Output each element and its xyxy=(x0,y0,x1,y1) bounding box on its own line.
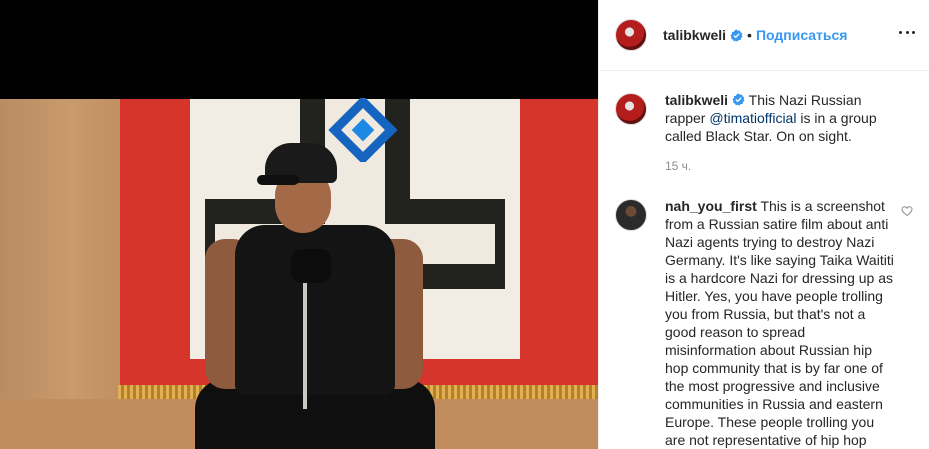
follow-button[interactable]: Подписаться xyxy=(756,27,848,43)
more-dot-1 xyxy=(899,30,902,34)
caption-text: talibkweli This Nazi Russian rapper @tim… xyxy=(665,91,897,145)
person-figure xyxy=(195,129,435,449)
caption-row: talibkweli This Nazi Russian rapper @tim… xyxy=(615,91,913,145)
comments-section: talibkweli This Nazi Russian rapper @tim… xyxy=(599,71,929,449)
post-timestamp[interactable]: 15 ч. xyxy=(665,159,913,173)
blue-diamond-logo-icon xyxy=(328,98,398,162)
post-sidebar: talibkweli • Подписаться talibkweli This… xyxy=(598,0,929,449)
author-avatar[interactable] xyxy=(615,19,647,51)
more-dot-3 xyxy=(912,30,915,34)
heart-outline-icon[interactable] xyxy=(901,205,913,217)
separator-dot: • xyxy=(747,27,752,43)
caption-author-username[interactable]: talibkweli xyxy=(665,92,728,108)
caption-mention-link[interactable]: @timatiofficial xyxy=(709,110,796,126)
post-header: talibkweli • Подписаться xyxy=(599,0,929,71)
glove xyxy=(291,249,331,283)
verified-badge-icon xyxy=(730,28,743,42)
author-username[interactable]: talibkweli xyxy=(663,27,726,43)
more-dot-2 xyxy=(905,30,909,34)
caption-author-avatar[interactable] xyxy=(615,93,647,125)
comment-row: nah_you_first This is a screenshot from … xyxy=(615,197,913,449)
cap-brim xyxy=(257,175,299,185)
commenter-avatar[interactable] xyxy=(615,199,647,231)
post-photo xyxy=(0,99,598,449)
comment-text: nah_you_first This is a screenshot from … xyxy=(665,197,897,449)
necklace xyxy=(303,279,307,409)
verified-badge-icon xyxy=(732,93,745,106)
more-options-icon[interactable] xyxy=(899,24,915,40)
commenter-username[interactable]: nah_you_first xyxy=(665,198,757,214)
comment-body: This is a screenshot from a Russian sati… xyxy=(665,198,894,448)
post-media[interactable] xyxy=(0,0,598,449)
